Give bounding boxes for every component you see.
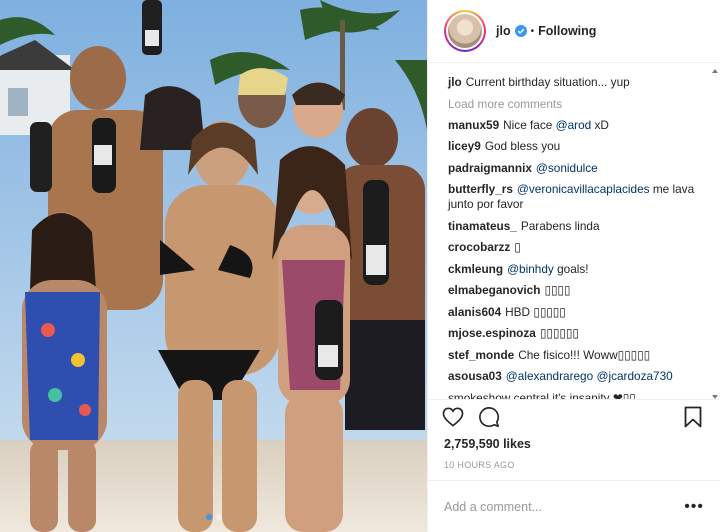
comment-mention-link[interactable]: @binhdy (507, 262, 554, 276)
comment-mention-link[interactable]: @alexandrarego (506, 369, 593, 383)
comment-item: stef_monde Che fisico!!! Woww▯▯▯▯▯ (448, 348, 704, 363)
comment-username[interactable]: asousa03 (448, 369, 502, 383)
comment-item: smokeshow central it's insanity ❤▯▯ (448, 391, 704, 399)
comment-button[interactable] (478, 406, 500, 428)
comment-username[interactable]: elmabeganovich (448, 283, 540, 297)
avatar[interactable] (444, 10, 486, 53)
comment-username[interactable]: butterfly_rs (448, 182, 513, 196)
comment-text: Parabens linda (520, 218, 600, 233)
comment-username[interactable]: alanis604 (448, 305, 501, 319)
comment-text: xD (591, 117, 609, 132)
add-comment-input[interactable] (444, 499, 685, 514)
comment-username[interactable]: stef_monde (448, 348, 514, 362)
post-timestamp[interactable]: 10 HOURS AGO (428, 451, 720, 480)
comment-item: elmabeganovich ▯▯▯▯ (448, 283, 704, 298)
comment-item: tinamateus_ Parabens linda (448, 219, 704, 234)
comment-item: padraigmannix @sonidulce (448, 161, 704, 176)
scroll-down-icon[interactable] (712, 395, 718, 399)
comment-mention-link[interactable]: @arod (556, 118, 592, 132)
comment-item: licey9 God bless you (448, 139, 704, 154)
comment-mention-link[interactable]: @veronicavillacaplacides (517, 182, 650, 196)
comments-list[interactable]: jlo Current birthday situation... yup Loa… (428, 63, 720, 399)
header-separator: • (530, 25, 535, 37)
comment-item: manux59 Nice face @arod xD (448, 118, 704, 133)
comment-text: ▯ (514, 240, 521, 255)
comment-item: asousa03 @alexandrarego @jcardoza730 (448, 369, 704, 384)
comment-username[interactable]: manux59 (448, 118, 499, 132)
follow-status-button[interactable]: Following (538, 24, 596, 38)
comment-text: goals! (553, 261, 589, 276)
scroll-up-icon[interactable] (712, 69, 718, 74)
instagram-post: jlo • Following jlo Current birthday situ… (0, 0, 720, 532)
carousel-indicator (205, 514, 222, 520)
verified-badge-icon (514, 25, 527, 38)
comment-icon (479, 407, 500, 428)
comment-item: ckmleung @binhdy goals! (448, 262, 704, 277)
post-side-panel: jlo • Following jlo Current birthday situ… (427, 0, 720, 532)
post-header: jlo • Following (428, 0, 720, 64)
caption-username[interactable]: jlo (448, 75, 462, 89)
save-button[interactable] (682, 406, 704, 428)
comment-text: HBD ▯▯▯▯▯ (505, 304, 566, 319)
likes-count[interactable]: 2,759,590 likes (428, 435, 720, 451)
action-bar (428, 398, 720, 436)
comment-item: butterfly_rs @veronicavillacaplacides me … (448, 182, 704, 212)
comment-text: Nice face (503, 117, 556, 132)
load-more-comments-button[interactable]: Load more comments (448, 97, 704, 111)
comment-username[interactable]: mjose.espinoza (448, 326, 536, 340)
comment-item: mjose.espinoza ▯▯▯▯▯▯ (448, 326, 704, 341)
carousel-dot-2[interactable] (215, 514, 222, 520)
bookmark-icon (684, 407, 702, 428)
comment-text: God bless you (484, 139, 561, 154)
comment-mention-link[interactable]: @sonidulce (536, 161, 598, 175)
more-options-button[interactable]: ••• (684, 498, 704, 516)
comments-scrollbar[interactable] (712, 69, 718, 399)
post-photo[interactable] (0, 0, 427, 532)
carousel-dot-1[interactable] (205, 514, 212, 520)
comment-username[interactable]: crocobarzz (448, 240, 510, 254)
header-username[interactable]: jlo (496, 24, 511, 38)
beach-group-photo (0, 0, 427, 532)
like-button[interactable] (442, 406, 464, 428)
post-caption: jlo Current birthday situation... yup (448, 75, 704, 90)
comment-text: ▯▯▯▯▯▯ (539, 326, 579, 341)
comment-username[interactable]: tinamateus_ (448, 219, 517, 233)
comment-username[interactable]: ckmleung (448, 262, 503, 276)
comment-text: ▯▯▯▯ (544, 283, 571, 298)
comment-container: manux59 Nice face @arod xD licey9 God bless… (448, 118, 704, 399)
comment-username[interactable]: padraigmannix (448, 161, 532, 175)
heart-icon (442, 407, 464, 428)
comment-text: smokeshow central it's insanity ❤▯▯ (448, 390, 636, 399)
caption-text: Current birthday situation... yup (465, 75, 630, 90)
comment-username[interactable]: licey9 (448, 139, 481, 153)
comment-item: alanis604 HBD ▯▯▯▯▯ (448, 305, 704, 320)
comment-text: Che fisico!!! Woww▯▯▯▯▯ (518, 347, 651, 362)
comment-item: crocobarzz ▯ (448, 240, 704, 255)
comment-mention-link[interactable]: @jcardoza730 (596, 369, 672, 383)
add-comment-bar: ••• (428, 480, 720, 532)
